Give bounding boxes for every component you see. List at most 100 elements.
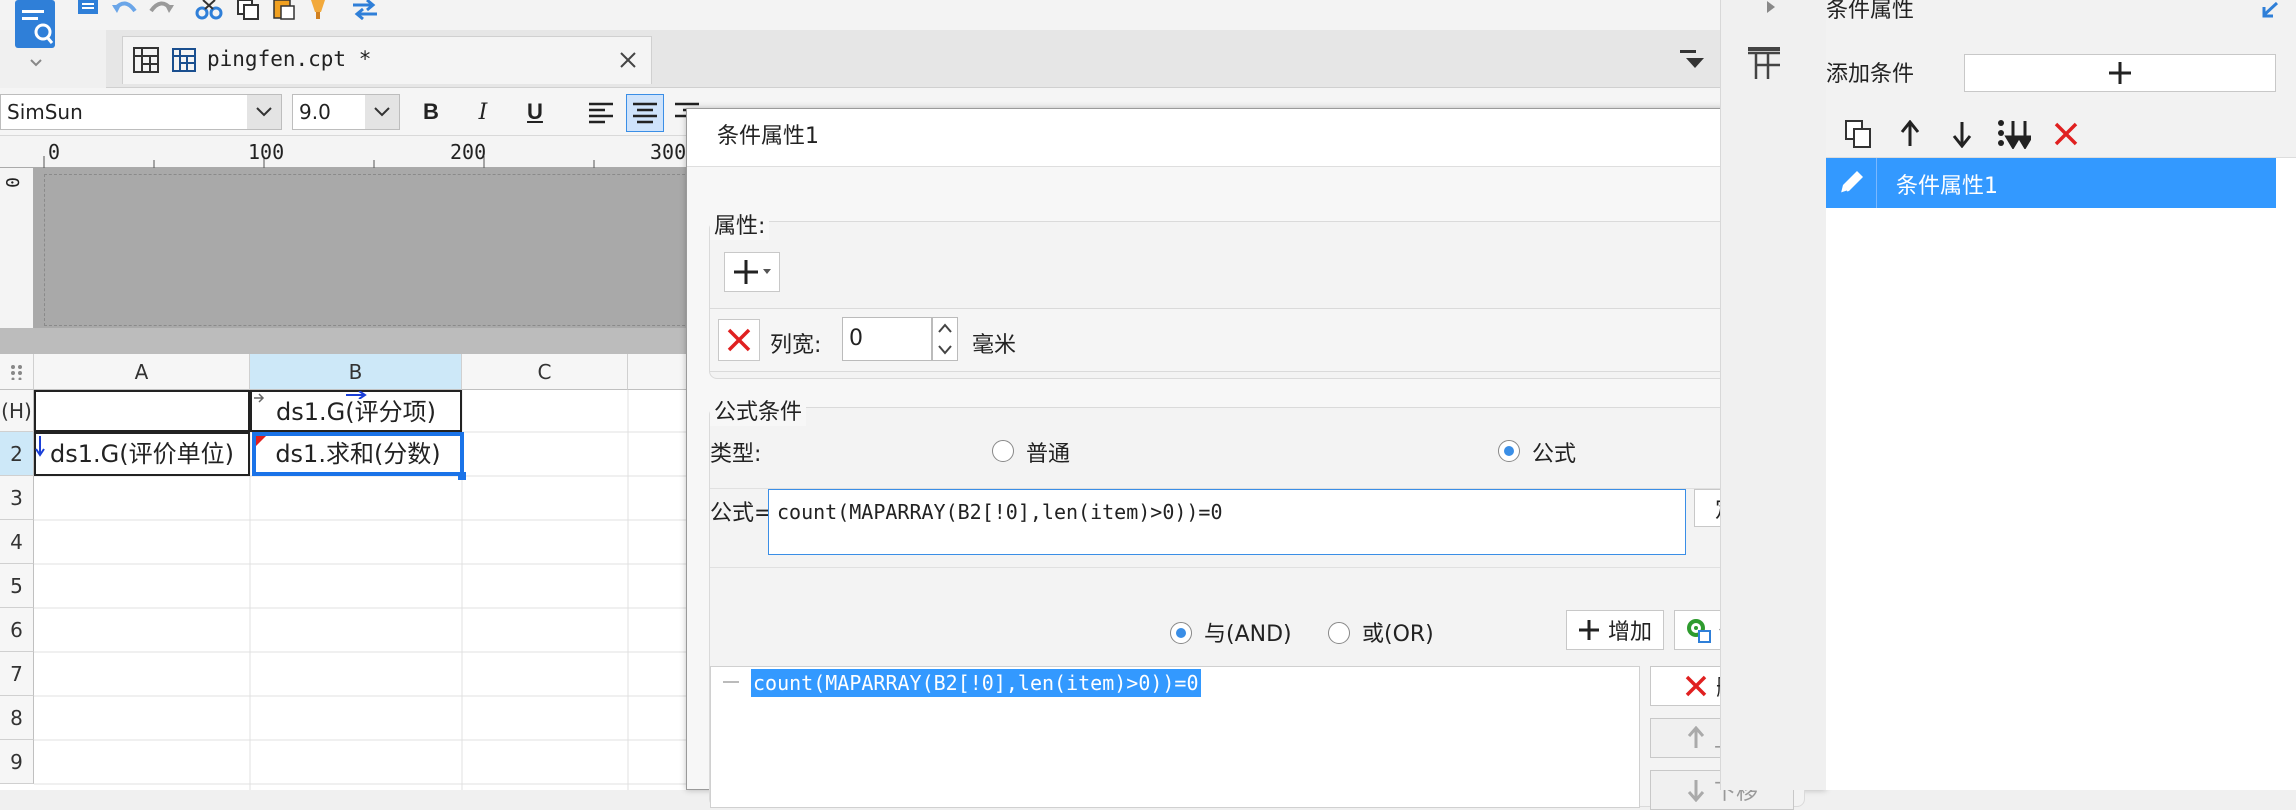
column-width-value: 0 — [849, 326, 863, 351]
ruler-tick-label: 0 — [48, 140, 61, 164]
condition-attribute-panel: 条件属性 添加条件 条件属性1 — [1826, 0, 2296, 790]
close-icon[interactable] — [615, 47, 641, 73]
cell-b1-value: ds1.G(评分项) — [276, 398, 436, 426]
sort-icon[interactable] — [1994, 116, 2034, 152]
report-grid: A B C (H) 2 3 4 5 6 7 8 9 ds1.G(评分项) ds1… — [0, 354, 690, 790]
row-header[interactable]: 9 — [0, 740, 34, 784]
column-header-b[interactable]: B — [250, 354, 462, 390]
condition-list-toolbar — [1826, 110, 2296, 158]
column-width-input[interactable]: 0 — [842, 317, 932, 361]
logic-or-label: 或(OR) — [1362, 622, 1434, 647]
remove-property-button[interactable] — [718, 319, 760, 361]
align-left-icon[interactable] — [584, 96, 618, 130]
arrow-up-icon[interactable] — [1892, 116, 1928, 152]
page-margin-guide — [44, 174, 690, 326]
delete-x-icon — [727, 328, 751, 352]
paste-icon[interactable] — [270, 0, 298, 20]
bold-button[interactable]: B — [414, 95, 448, 129]
copy-icon[interactable] — [234, 0, 262, 20]
dialog-title: 条件属性1 — [687, 109, 1825, 167]
copy-icon[interactable] — [1840, 116, 1876, 152]
arrow-down-icon[interactable] — [1944, 116, 1980, 152]
type-formula-label: 公式 — [1532, 442, 1577, 467]
cell-attribute-icon[interactable] — [1741, 44, 1787, 84]
cell-b2-value: ds1.求和(分数) — [275, 440, 441, 468]
edit-pencil-icon[interactable] — [1826, 158, 1877, 208]
italic-button[interactable]: I — [466, 95, 500, 129]
row-header[interactable]: 7 — [0, 652, 34, 696]
grid-corner[interactable] — [0, 354, 34, 390]
row-header[interactable]: 2 — [0, 432, 34, 476]
arrow-down-icon — [1687, 780, 1705, 802]
row-header[interactable]: 5 — [0, 564, 34, 608]
font-name-value: SimSun — [7, 100, 83, 124]
unit-label: 毫米 — [972, 333, 1017, 358]
swap-icon[interactable] — [350, 0, 380, 20]
formula-input[interactable]: count(MAPARRAY(B2[!0],len(item)>0))=0 — [768, 489, 1686, 555]
row-header[interactable]: (H) — [0, 390, 34, 432]
plus-icon — [1578, 620, 1599, 640]
redo-icon[interactable] — [146, 0, 176, 18]
save-icon[interactable] — [74, 0, 102, 18]
page-separator — [0, 328, 690, 354]
delete-x-icon[interactable] — [2048, 116, 2084, 152]
document-tab[interactable]: pingfen.cpt * — [122, 36, 652, 84]
column-width-spinner[interactable] — [932, 317, 958, 361]
type-formula-radio[interactable] — [1498, 440, 1520, 462]
underline-button[interactable]: U — [518, 95, 552, 129]
condition-item[interactable]: 条件属性1 — [1826, 158, 2276, 208]
add-condition-button[interactable]: 增加 — [1566, 610, 1664, 650]
chevron-down-icon — [365, 95, 399, 129]
ruler-tick-label: 200 — [450, 140, 487, 164]
fill-handle[interactable] — [458, 472, 466, 480]
file-menu-button[interactable] — [12, 0, 60, 80]
condition-list-item-text: count(MAPARRAY(B2[!0],len(item)>0))=0 — [753, 671, 1199, 695]
logic-and-label: 与(AND) — [1204, 622, 1292, 647]
formula-row: 公式= count(MAPARRAY(B2[!0],len(item)>0))=… — [710, 488, 1804, 568]
row-header[interactable]: 8 — [0, 696, 34, 740]
tab-list-dropdown-icon[interactable] — [1676, 44, 1708, 74]
plus-icon — [734, 260, 758, 284]
chevron-down-icon — [763, 269, 771, 274]
expand-arrow-icon — [252, 392, 266, 404]
arrow-up-icon — [1687, 726, 1705, 748]
condition-list-item[interactable]: count(MAPARRAY(B2[!0],len(item)>0))=0 — [751, 669, 1201, 697]
add-condition-plus-button[interactable] — [1964, 54, 2276, 92]
column-header-d[interactable] — [628, 354, 690, 390]
side-strip — [1720, 0, 1826, 790]
font-name-select[interactable]: SimSun — [0, 94, 282, 130]
formula-label: 公式= — [710, 501, 773, 526]
row-header[interactable]: 6 — [0, 608, 34, 652]
font-size-select[interactable]: 9.0 — [292, 94, 400, 130]
cell-b2[interactable]: ds1.求和(分数) — [252, 432, 464, 476]
plus-icon — [2109, 62, 2131, 84]
cut-icon[interactable] — [194, 0, 224, 20]
cell-a2[interactable]: ds1.G(评价单位) — [34, 432, 250, 476]
panel-header: 条件属性 — [1826, 0, 2296, 26]
ruler-tick-label: 300 — [650, 140, 687, 164]
row-header[interactable]: 3 — [0, 476, 34, 520]
chevron-down-icon — [247, 95, 281, 129]
type-normal-radio[interactable] — [992, 440, 1014, 462]
chevron-down-icon — [30, 58, 42, 68]
add-condition-label: 添加条件 — [1826, 62, 1915, 87]
horizontal-ruler: 0 100 200 300 — [0, 136, 690, 168]
undo-icon[interactable] — [110, 0, 140, 18]
logic-or-radio[interactable] — [1328, 622, 1350, 644]
properties-legend: 属性: — [710, 208, 770, 240]
panel-title: 条件属性 — [1826, 0, 1915, 23]
format-painter-icon[interactable] — [304, 0, 332, 20]
align-center-icon[interactable] — [626, 94, 664, 132]
collapse-arrow-icon[interactable] — [1761, 0, 1781, 14]
cell-a1[interactable] — [34, 390, 250, 432]
grid-report-icon — [131, 45, 161, 75]
cell-a2-value: ds1.G(评价单位) — [50, 440, 234, 468]
column-header-c[interactable]: C — [462, 354, 628, 390]
undock-arrow-icon[interactable] — [2258, 0, 2282, 20]
add-property-button[interactable] — [724, 252, 780, 292]
logic-and-radio[interactable] — [1170, 622, 1192, 644]
column-header-a[interactable]: A — [34, 354, 250, 390]
condition-item-label: 条件属性1 — [1896, 174, 1998, 199]
type-label: 类型: — [710, 442, 762, 467]
row-header[interactable]: 4 — [0, 520, 34, 564]
